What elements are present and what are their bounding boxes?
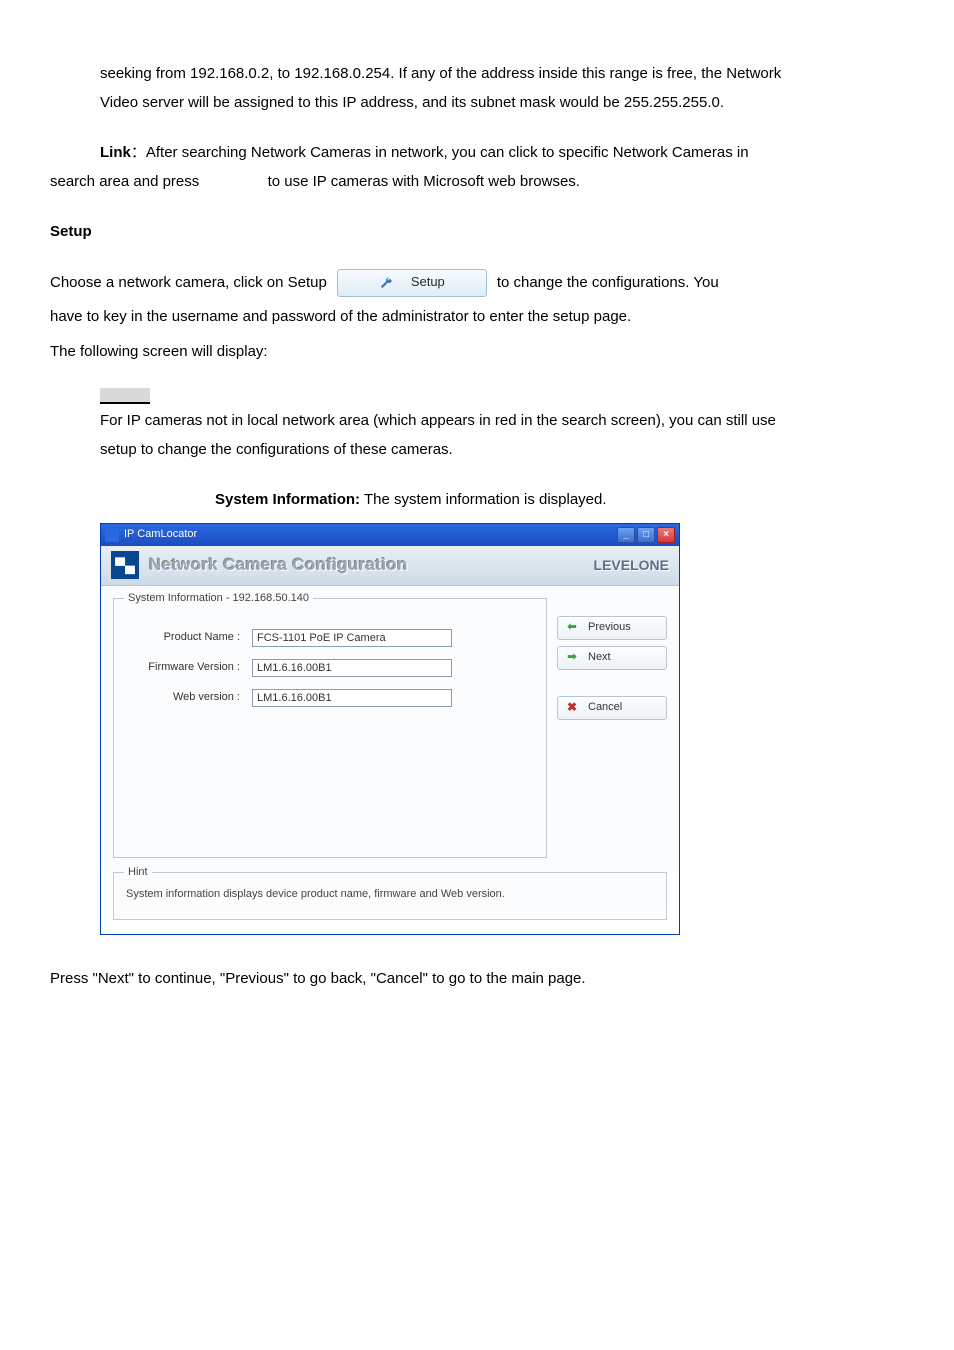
previous-button[interactable]: ⬅ Previous: [557, 616, 667, 640]
web-version-label: Web version :: [132, 690, 252, 704]
hint-text: System information displays device produ…: [126, 887, 654, 901]
app-icon: [105, 528, 119, 542]
setup-text: Choose a network camera, click on Setup: [50, 269, 327, 298]
paragraph-text: Video server will be assigned to this IP…: [100, 89, 904, 118]
close-icon: ✖: [566, 700, 578, 716]
note-text: For IP cameras not in local network area…: [100, 407, 904, 436]
window-title: IP CamLocator: [124, 527, 197, 541]
fieldset-legend: System Information - 192.168.50.140: [124, 591, 313, 605]
cancel-button-label: Cancel: [588, 700, 622, 714]
banner: ▀▄ Network Camera Configuration LEVELONE: [101, 546, 679, 586]
setup-button[interactable]: Setup: [337, 269, 487, 297]
sysinfo-heading: System Information:: [215, 491, 360, 508]
next-button-label: Next: [588, 650, 611, 664]
next-button[interactable]: ➡ Next: [557, 646, 667, 670]
wrench-icon: [379, 276, 393, 290]
web-version-field[interactable]: [252, 689, 452, 707]
product-name-field[interactable]: [252, 629, 452, 647]
minimize-button[interactable]: _: [617, 527, 635, 543]
link-text: to use IP cameras with Microsoft web bro…: [268, 173, 580, 190]
brand-label: LEVELONE: [594, 556, 669, 574]
cancel-button[interactable]: ✖ Cancel: [557, 696, 667, 720]
arrow-left-icon: ⬅: [566, 620, 578, 634]
colon: ：: [131, 144, 146, 161]
setup-text: have to key in the username and password…: [50, 303, 904, 332]
sysinfo-caption: The system information is displayed.: [364, 491, 607, 508]
logo-icon: ▀▄: [111, 551, 139, 579]
setup-text: to change the configurations. You: [497, 269, 719, 298]
window-titlebar: IP CamLocator _ □ ×: [101, 524, 679, 546]
app-window: IP CamLocator _ □ × ▀▄ Network Camera Co…: [100, 523, 680, 935]
note-marker: [100, 388, 150, 404]
setup-text: The following screen will display:: [50, 338, 904, 367]
firmware-version-field[interactable]: [252, 659, 452, 677]
previous-button-label: Previous: [588, 620, 631, 634]
note-text: setup to change the configurations of th…: [100, 436, 904, 465]
maximize-button[interactable]: □: [637, 527, 655, 543]
arrow-right-icon: ➡: [566, 650, 578, 664]
link-text: search area and press: [50, 173, 199, 190]
paragraph-text: seeking from 192.168.0.2, to 192.168.0.2…: [100, 60, 904, 89]
link-heading: Link: [100, 144, 131, 161]
close-button[interactable]: ×: [657, 527, 675, 543]
setup-heading: Setup: [50, 218, 904, 247]
system-info-fieldset: System Information - 192.168.50.140 Prod…: [113, 598, 547, 858]
footer-text: Press "Next" to continue, "Previous" to …: [50, 965, 904, 994]
banner-title: Network Camera Configuration: [149, 554, 408, 576]
hint-legend: Hint: [124, 865, 152, 879]
hint-fieldset: Hint System information displays device …: [113, 872, 667, 920]
link-text: After searching Network Cameras in netwo…: [146, 144, 749, 161]
setup-button-label: Setup: [411, 270, 445, 295]
firmware-version-label: Firmware Version :: [132, 660, 252, 674]
product-name-label: Product Name :: [132, 630, 252, 644]
